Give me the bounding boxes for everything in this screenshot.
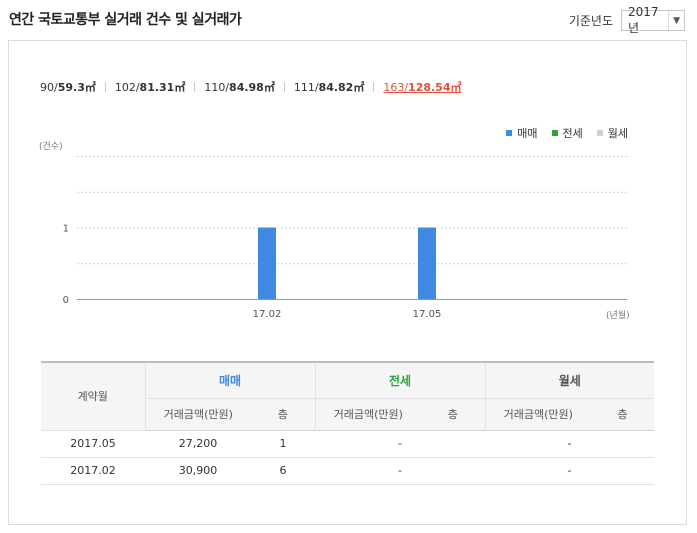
- jeonse-cell: -: [315, 429, 485, 458]
- bar-chart: 0 1 (건수) (년월) 17.02 17.05: [39, 141, 630, 321]
- page-title: 연간 국토교통부 실거래 건수 및 실거래가: [9, 12, 242, 28]
- table-row: 2017.05 27,200 1 - -: [41, 429, 654, 458]
- transactions-table: 계약월 매매 전세 월세 거래금액(만원) 층 거래금액(만원) 층 거래금액(…: [41, 361, 654, 485]
- year-select[interactable]: 2017년 ▼: [621, 5, 685, 35]
- bar: [258, 227, 276, 299]
- x-tick-label: 17.05: [413, 309, 442, 320]
- y-tick-label: 0: [63, 295, 69, 306]
- y-axis-label: (건수): [39, 141, 63, 152]
- wolse-floor-header: 층: [591, 398, 654, 430]
- sale-group-header: 매매: [144, 362, 315, 399]
- sale-price-cell: 30,900: [145, 457, 251, 485]
- month-cell: 2017.05: [41, 429, 145, 458]
- year-filter: 기준년도 2017년 ▼: [568, 5, 685, 35]
- x-tick-label: 17.02: [253, 309, 282, 320]
- chevron-down-icon: ▼: [668, 11, 680, 30]
- wolse-cell: -: [485, 457, 654, 485]
- bar: [418, 227, 436, 299]
- contract-month-header: 계약월: [41, 362, 145, 431]
- wolse-price-header: 거래금액(만원): [484, 398, 591, 430]
- month-cell: 2017.02: [41, 457, 145, 485]
- sale-floor-cell: 1: [251, 429, 315, 458]
- jeonse-group-header: 전세: [314, 362, 485, 399]
- wolse-cell: -: [485, 429, 654, 458]
- chart-panel: 90/59.3㎡ 102/81.31㎡ 110/84.98㎡ 111/84.82…: [8, 40, 687, 525]
- sale-price-header: 거래금액(만원): [144, 398, 251, 430]
- sale-price-cell: 27,200: [145, 429, 251, 458]
- jeonse-cell: -: [315, 457, 485, 485]
- wolse-group-header: 월세: [484, 362, 654, 399]
- year-select-value: 2017년: [628, 5, 659, 35]
- sale-floor-cell: 6: [251, 457, 315, 485]
- sale-floor-header: 층: [251, 398, 315, 430]
- jeonse-floor-header: 층: [421, 398, 485, 430]
- year-filter-label: 기준년도: [568, 14, 613, 28]
- x-axis-label: (년월): [606, 309, 630, 321]
- y-tick-label: 1: [63, 224, 69, 235]
- table-row: 2017.02 30,900 6 - -: [41, 457, 654, 485]
- jeonse-price-header: 거래금액(만원): [314, 398, 421, 430]
